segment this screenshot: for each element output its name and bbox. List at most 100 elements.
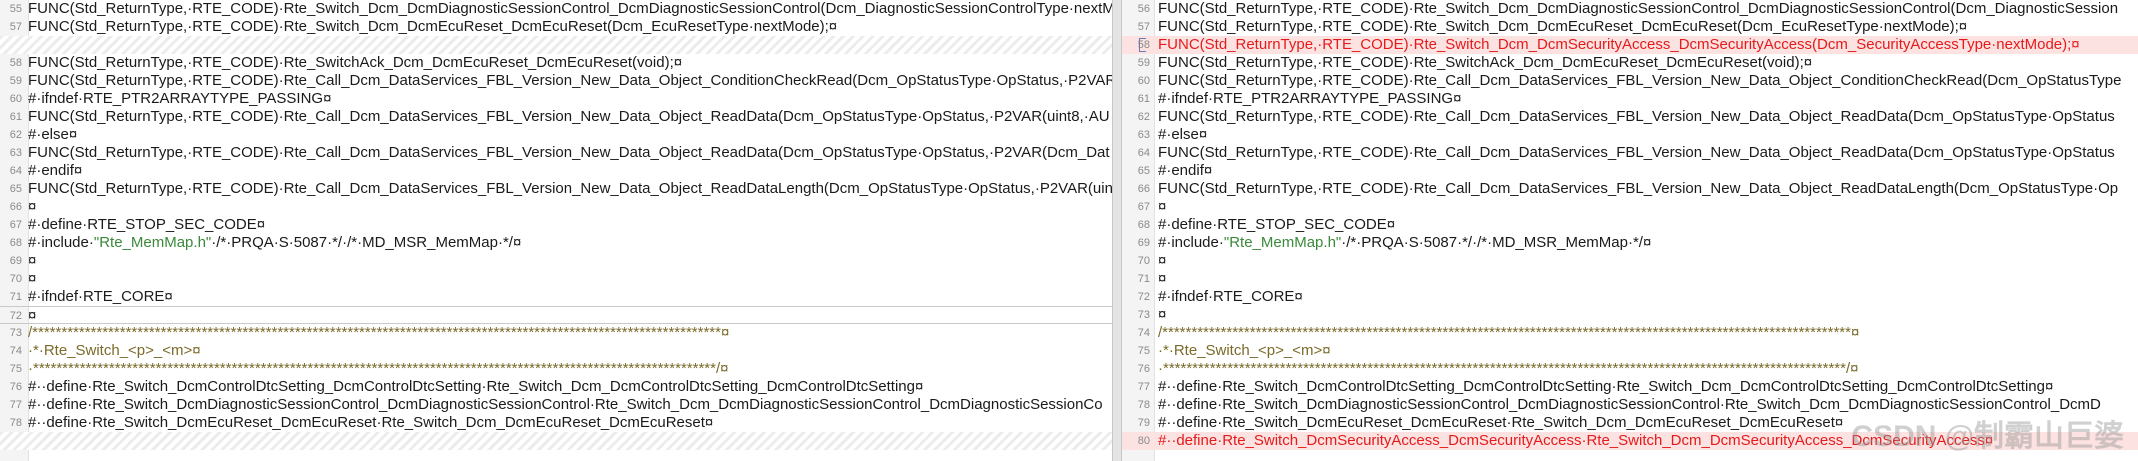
code-text: #··define·Rte_Switch_DcmControlDtcSettin… xyxy=(28,378,924,395)
code-text: #··define·Rte_Switch_DcmEcuReset_DcmEcuR… xyxy=(1158,414,1844,431)
code-line[interactable]: 57 FUNC(Std_ReturnType,·RTE_CODE)·Rte_Swi… xyxy=(1122,18,2138,36)
code-line[interactable]: 71 ¤ xyxy=(1122,270,2138,288)
code-text: /***************************************… xyxy=(28,324,730,341)
code-line[interactable]: 57 FUNC(Std_ReturnType,·RTE_CODE)·Rte_Swi… xyxy=(0,18,1112,36)
right-diff-pane[interactable]: 56 FUNC(Std_ReturnType,·RTE_CODE)·Rte_Swi… xyxy=(1122,0,2138,461)
line-number: 63 xyxy=(9,147,22,159)
code-line[interactable]: 59 FUNC(Std_ReturnType,·RTE_CODE)·Rte_Cal… xyxy=(0,72,1112,90)
code-text: ¤ xyxy=(28,307,37,324)
pane-splitter[interactable] xyxy=(1112,0,1122,461)
code-line[interactable]: 70 ¤ xyxy=(0,270,1112,288)
code-line[interactable]: 67 #·define·RTE_STOP_SEC_CODE¤ xyxy=(0,216,1112,234)
code-line[interactable]: 62 FUNC(Std_ReturnType,·RTE_CODE)·Rte_Cal… xyxy=(1122,108,2138,126)
code-line[interactable]: 74 ·*·Rte_Switch_<p>_<m>¤ xyxy=(0,342,1112,360)
line-number: 68 xyxy=(1137,219,1150,231)
line-number: 76 xyxy=(9,381,22,393)
changed-code-line[interactable]: 80 #··define·Rte_Switch_DcmSecurityAccess… xyxy=(1122,432,2138,450)
line-number: 78 xyxy=(1137,399,1150,411)
code-line[interactable]: 72 #·ifndef·RTE_CORE¤ xyxy=(1122,288,2138,306)
changed-code-line[interactable]: 58 FUNC(Std_ReturnType,·RTE_CODE)·Rte_Swi… xyxy=(1122,36,2138,54)
code-text: /***************************************… xyxy=(1158,324,1860,341)
code-line[interactable]: 55 FUNC(Std_ReturnType,·RTE_CODE)·Rte_Swi… xyxy=(0,0,1112,18)
line-number: 59 xyxy=(9,75,22,87)
code-line[interactable]: 73 /*************************************… xyxy=(0,324,1112,342)
code-line[interactable]: 65 #·endif¤ xyxy=(1122,162,2138,180)
line-number: 75 xyxy=(9,363,22,375)
code-line[interactable]: 69 #·include·"Rte_MemMap.h"·/*·PRQA·S·508… xyxy=(1122,234,2138,252)
code-line[interactable]: 78 #··define·Rte_Switch_DcmEcuReset_DcmEc… xyxy=(0,414,1112,432)
line-number: 59 xyxy=(1137,57,1150,69)
code-text: #·else¤ xyxy=(28,126,78,143)
code-line[interactable]: 70 ¤ xyxy=(1122,252,2138,270)
code-line[interactable]: 69 ¤ xyxy=(0,252,1112,270)
code-line[interactable]: 58 FUNC(Std_ReturnType,·RTE_CODE)·Rte_Swi… xyxy=(0,54,1112,72)
code-line[interactable]: 64 FUNC(Std_ReturnType,·RTE_CODE)·Rte_Cal… xyxy=(1122,144,2138,162)
line-number: 65 xyxy=(9,183,22,195)
code-line[interactable]: 79 #··define·Rte_Switch_DcmEcuReset_DcmEc… xyxy=(1122,414,2138,432)
line-number: 60 xyxy=(9,93,22,105)
code-line[interactable]: 66 FUNC(Std_ReturnType,·RTE_CODE)·Rte_Cal… xyxy=(1122,180,2138,198)
line-number: 64 xyxy=(9,165,22,177)
code-text: ¤ xyxy=(28,270,37,287)
line-number: 66 xyxy=(9,201,22,213)
code-line[interactable]: 76 ·*************************************… xyxy=(1122,360,2138,378)
code-line[interactable]: 73 ¤ xyxy=(1122,306,2138,324)
line-number: 78 xyxy=(9,417,22,429)
code-line[interactable]: 63 FUNC(Std_ReturnType,·RTE_CODE)·Rte_Cal… xyxy=(0,144,1112,162)
code-text: #·include·"Rte_MemMap.h"·/*·PRQA·S·5087·… xyxy=(1158,234,1652,251)
line-number: 55 xyxy=(9,3,22,15)
code-line[interactable]: 77 #··define·Rte_Switch_DcmControlDtcSett… xyxy=(1122,378,2138,396)
diff-gap-row[interactable] xyxy=(0,36,1112,54)
code-line[interactable]: 68 #·include·"Rte_MemMap.h"·/*·PRQA·S·508… xyxy=(0,234,1112,252)
line-number: 73 xyxy=(1137,309,1150,321)
line-number: 74 xyxy=(1137,327,1150,339)
line-number: 70 xyxy=(9,273,22,285)
line-number: 74 xyxy=(9,345,22,357)
diff-gap-row[interactable] xyxy=(0,432,1112,450)
code-text: FUNC(Std_ReturnType,·RTE_CODE)·Rte_Switc… xyxy=(1158,54,1813,71)
code-line[interactable]: 77 #··define·Rte_Switch_DcmDiagnosticSess… xyxy=(0,396,1112,414)
code-line[interactable]: 71 #·ifndef·RTE_CORE¤ xyxy=(0,288,1112,306)
line-number: 69 xyxy=(9,255,22,267)
code-text: FUNC(Std_ReturnType,·RTE_CODE)·Rte_Switc… xyxy=(28,18,838,35)
code-line[interactable]: 64 #·endif¤ xyxy=(0,162,1112,180)
code-line[interactable]: 60 #·ifndef·RTE_PTR2ARRAYTYPE_PASSING¤ xyxy=(0,90,1112,108)
code-text: FUNC(Std_ReturnType,·RTE_CODE)·Rte_Switc… xyxy=(28,54,683,71)
line-number: 71 xyxy=(9,291,22,303)
code-line[interactable]: 78 #··define·Rte_Switch_DcmDiagnosticSess… xyxy=(1122,396,2138,414)
line-number: 57 xyxy=(1137,21,1150,33)
code-line[interactable]: 61 FUNC(Std_ReturnType,·RTE_CODE)·Rte_Cal… xyxy=(0,108,1112,126)
code-text: #·define·RTE_STOP_SEC_CODE¤ xyxy=(1158,216,1396,233)
code-line[interactable]: 67 ¤ xyxy=(1122,198,2138,216)
line-number: 62 xyxy=(1137,111,1150,123)
code-line[interactable]: 75 ·*************************************… xyxy=(0,360,1112,378)
line-number: 56 xyxy=(1137,3,1150,15)
code-text: FUNC(Std_ReturnType,·RTE_CODE)·Rte_Call_… xyxy=(1158,144,2115,161)
code-line[interactable]: 75 ·*·Rte_Switch_<p>_<m>¤ xyxy=(1122,342,2138,360)
code-text: FUNC(Std_ReturnType,·RTE_CODE)·Rte_Switc… xyxy=(1158,36,2080,53)
code-text: #·ifndef·RTE_CORE¤ xyxy=(1158,288,1303,305)
code-text: FUNC(Std_ReturnType,·RTE_CODE)·Rte_Switc… xyxy=(1158,0,2119,17)
line-number: 68 xyxy=(9,237,22,249)
code-text: ¤ xyxy=(28,198,37,215)
code-line[interactable]: 61 #·ifndef·RTE_PTR2ARRAYTYPE_PASSING¤ xyxy=(1122,90,2138,108)
code-line[interactable]: 62 #·else¤ xyxy=(0,126,1112,144)
code-line[interactable]: 74 /*************************************… xyxy=(1122,324,2138,342)
code-line[interactable]: 63 #·else¤ xyxy=(1122,126,2138,144)
code-line[interactable]: 59 FUNC(Std_ReturnType,·RTE_CODE)·Rte_Swi… xyxy=(1122,54,2138,72)
line-number: 72 xyxy=(9,310,22,322)
code-line[interactable]: 60 FUNC(Std_ReturnType,·RTE_CODE)·Rte_Cal… xyxy=(1122,72,2138,90)
code-line[interactable]: 72 ¤ xyxy=(0,306,1112,324)
code-text: #·else¤ xyxy=(1158,126,1208,143)
code-text: FUNC(Std_ReturnType,·RTE_CODE)·Rte_Call_… xyxy=(28,144,1110,161)
code-line[interactable]: 66 ¤ xyxy=(0,198,1112,216)
code-line[interactable]: 65 FUNC(Std_ReturnType,·RTE_CODE)·Rte_Cal… xyxy=(0,180,1112,198)
code-text: #·include·"Rte_MemMap.h"·/*·PRQA·S·5087·… xyxy=(28,234,522,251)
left-diff-pane[interactable]: 55 FUNC(Std_ReturnType,·RTE_CODE)·Rte_Swi… xyxy=(0,0,1112,461)
code-line[interactable]: 56 FUNC(Std_ReturnType,·RTE_CODE)·Rte_Swi… xyxy=(1122,0,2138,18)
line-number: 66 xyxy=(1137,183,1150,195)
code-line[interactable]: 76 #··define·Rte_Switch_DcmControlDtcSett… xyxy=(0,378,1112,396)
code-text: FUNC(Std_ReturnType,·RTE_CODE)·Rte_Call_… xyxy=(28,180,1112,197)
code-line[interactable]: 68 #·define·RTE_STOP_SEC_CODE¤ xyxy=(1122,216,2138,234)
line-number: 62 xyxy=(9,129,22,141)
